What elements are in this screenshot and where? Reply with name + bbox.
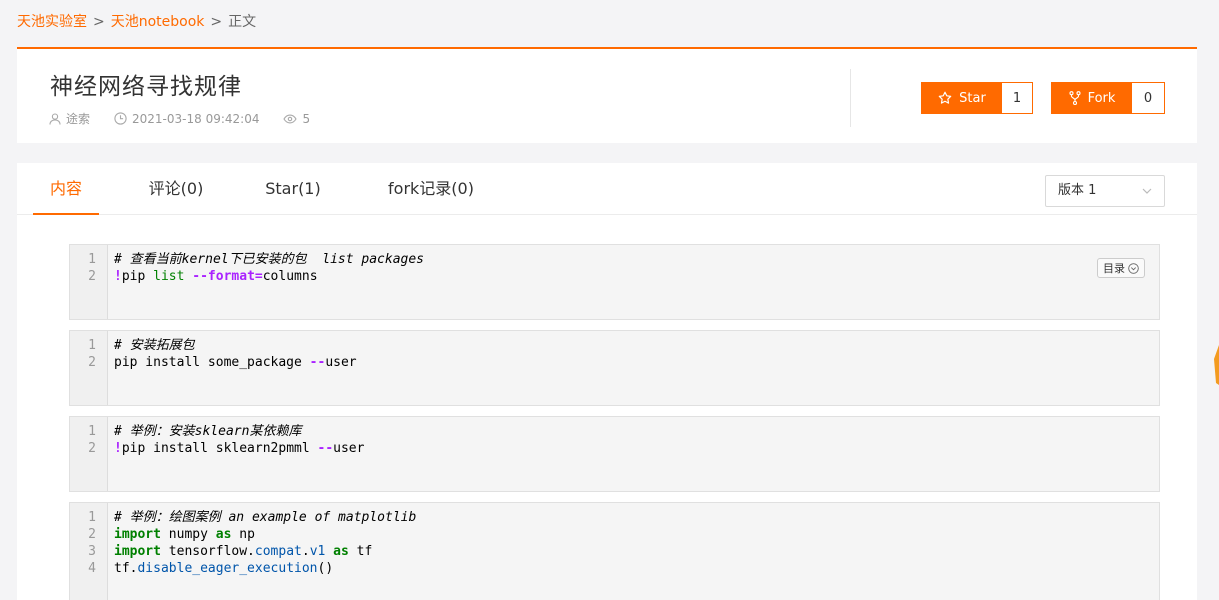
fork-action: Fork 0 (1051, 82, 1165, 114)
version-select[interactable]: 版本 1 (1045, 175, 1165, 207)
code-token: pip install sklearn2pmml (121, 441, 318, 456)
breadcrumb-link-notebook[interactable]: 天池notebook (111, 14, 205, 30)
code-attribute: disable_eager_execution (137, 561, 318, 576)
code-line: import numpy as np (114, 526, 255, 543)
line-number: 1 (88, 424, 96, 439)
code-keyword: as (215, 527, 232, 542)
author-name[interactable]: 途索 (66, 110, 90, 127)
code-token: columns (262, 269, 318, 284)
code-token: tf. (114, 561, 138, 576)
code-token: pip install some_package (114, 355, 310, 370)
code-cell[interactable]: 1 # 举例：绘图案例 an example of matplotlib 2 i… (69, 502, 1160, 600)
clock-icon (114, 112, 127, 125)
datetime-meta: 2021-03-18 09:42:04 (114, 112, 259, 126)
line-number: 1 (88, 338, 96, 353)
breadcrumb-separator: > (93, 14, 105, 30)
notebook-meta: 途索 2021-03-18 09:42:04 5 (49, 110, 334, 127)
tab-stars[interactable]: Star(1) (257, 163, 329, 215)
code-comment: # 举例：安装sklearn某依赖库 (114, 424, 302, 439)
line-number: 2 (88, 441, 96, 456)
code-line: pip install some_package --user (114, 354, 357, 371)
eye-icon (283, 114, 298, 123)
code-token: ! (114, 269, 122, 284)
line-number: 4 (88, 561, 96, 576)
toc-button-label: 目录 (1103, 262, 1125, 275)
publish-datetime: 2021-03-18 09:42:04 (132, 111, 260, 126)
star-count: 1 (1002, 83, 1032, 113)
code-cell[interactable]: 1 # 安装拓展包 2 pip install some_package --u… (69, 330, 1160, 406)
code-keyword: as (333, 544, 349, 559)
code-token: list (153, 269, 193, 284)
code-attribute: v1 (309, 544, 326, 559)
code-keyword: import (114, 527, 161, 542)
fork-count: 0 (1132, 83, 1164, 113)
code-keyword: import (114, 544, 161, 559)
fork-button-label: Fork (1087, 90, 1116, 106)
tab-comments[interactable]: 评论(0) (139, 163, 213, 215)
code-comment: # 举例：绘图案例 an example of matplotlib (114, 510, 417, 525)
star-button[interactable]: Star (922, 83, 1002, 113)
line-number: 2 (88, 355, 96, 370)
floating-widget-edge[interactable] (1213, 343, 1219, 387)
star-icon (938, 91, 952, 104)
toc-button[interactable]: 目录 (1097, 258, 1145, 278)
author-meta: 途索 (49, 110, 90, 127)
chevron-down-circle-icon (1128, 262, 1139, 274)
code-line: !pip list --format=columns (114, 268, 318, 285)
user-icon (49, 112, 61, 125)
code-token: tensorflow. (160, 544, 255, 559)
code-token: pip (121, 269, 154, 284)
breadcrumb: 天池实验室 > 天池notebook > 正文 (17, 12, 256, 32)
breadcrumb-current: 正文 (228, 14, 257, 30)
line-number: 2 (88, 527, 96, 542)
code-line: tf.disable_eager_execution() (114, 560, 333, 577)
code-token: user (325, 355, 357, 370)
code-token: = (254, 269, 263, 284)
header-divider (850, 69, 851, 127)
line-number: 3 (88, 544, 96, 559)
code-comment: # 安装拓展包 (114, 338, 195, 353)
code-token: -- (317, 441, 334, 456)
breadcrumb-link-tianchi-lab[interactable]: 天池实验室 (17, 14, 87, 30)
code-token: user (333, 441, 365, 456)
chevron-down-icon (1142, 188, 1152, 194)
code-token: -- (309, 355, 326, 370)
code-comment: # 查看当前kernel下已安装的包 list packages (114, 252, 425, 267)
code-cell[interactable]: 1 # 举例：安装sklearn某依赖库 2 !pip install skle… (69, 416, 1160, 492)
page-title: 神经网络寻找规律 (50, 74, 242, 100)
fork-button[interactable]: Fork (1052, 83, 1132, 113)
line-number: 1 (88, 510, 96, 525)
line-number: 1 (88, 252, 96, 267)
version-select-value: 版本 1 (1058, 183, 1097, 198)
tab-bar: 内容 评论(0) Star(1) fork记录(0) 版本 1 (17, 163, 1197, 215)
star-button-label: Star (959, 90, 986, 106)
code-cell[interactable]: 1 # 查看当前kernel下已安装的包 list packages 2 !pi… (69, 244, 1160, 320)
code-token: tf (348, 544, 373, 559)
code-line: import tensorflow.compat.v1 as tf (114, 543, 372, 560)
code-token: () (317, 561, 334, 576)
line-number: 2 (88, 269, 96, 284)
notebook-header-card: 神经网络寻找规律 途索 2021-03-18 09:42:04 5 Star 1… (17, 47, 1197, 143)
tab-fork-records[interactable]: fork记录(0) (377, 163, 485, 215)
code-token: np (231, 527, 255, 542)
code-token: --format (192, 269, 255, 284)
tab-content[interactable]: 内容 (33, 163, 99, 215)
code-line: !pip install sklearn2pmml --user (114, 440, 364, 457)
breadcrumb-separator: > (210, 14, 223, 30)
code-token: ! (114, 441, 122, 456)
views-meta: 5 (283, 112, 310, 126)
star-action: Star 1 (921, 82, 1033, 114)
code-token: . (301, 544, 310, 559)
view-count: 5 (302, 111, 311, 126)
fork-icon (1069, 91, 1081, 105)
code-token: numpy (160, 527, 216, 542)
code-attribute: compat (254, 544, 302, 559)
